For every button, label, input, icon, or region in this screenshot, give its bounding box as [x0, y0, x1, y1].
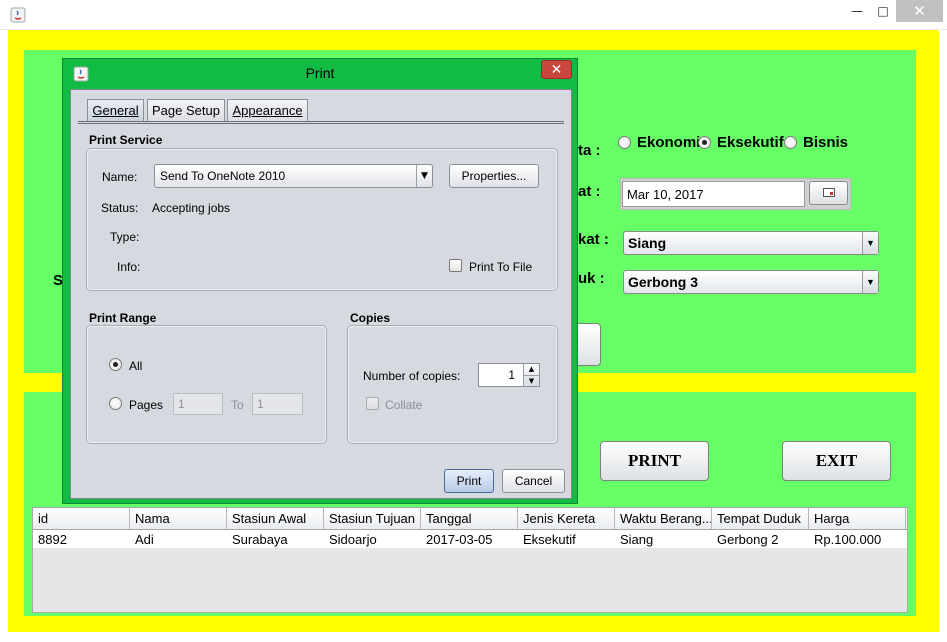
print-range-all-radio[interactable] [109, 358, 122, 371]
copies-spinner[interactable]: 1 ▲ ▼ [478, 363, 540, 387]
tab-page-setup-label: Page Setup [152, 103, 220, 118]
radio-eksekutif[interactable] [698, 136, 711, 149]
printer-name-label: Name: [102, 170, 138, 184]
radio-bisnis[interactable] [784, 136, 797, 149]
seat-select-value: Gerbong 3 [628, 274, 699, 290]
dialog-close-button[interactable]: ✕ [541, 60, 572, 79]
printer-select[interactable]: Send To OneNote 2010 ▼ [154, 164, 433, 188]
class-label: ta : [578, 142, 601, 159]
status-value: Accepting jobs [152, 201, 231, 215]
chevron-down-icon: ▼ [862, 232, 878, 254]
table-cell: Adi [135, 531, 154, 547]
table-cell: 8892 [38, 531, 67, 547]
date-label: at : [578, 183, 601, 200]
table-header-cell[interactable]: Nama [130, 508, 227, 529]
collate-label: Collate [385, 398, 423, 412]
table-cell: 2017-03-05 [426, 531, 493, 547]
time-select[interactable]: Siang ▼ [623, 231, 879, 255]
pages-to-label: To [231, 398, 244, 412]
tab-appearance[interactable]: Appearance [227, 99, 308, 121]
print-range-pages-radio[interactable] [109, 397, 122, 410]
pages-from-input[interactable]: 1 [173, 393, 223, 415]
properties-button[interactable]: Properties... [449, 164, 539, 188]
table-header-cell[interactable]: Tanggal [421, 508, 518, 529]
collate-checkbox[interactable] [366, 397, 379, 410]
calendar-button[interactable] [809, 181, 848, 205]
java-app-icon [10, 7, 26, 23]
table-cell: Siang [620, 531, 654, 547]
chevron-down-icon: ▼ [862, 271, 878, 293]
print-dialog-title-bar: Print ✕ [63, 59, 577, 89]
table-header-cell[interactable]: Tempat Duduk [712, 508, 809, 529]
time-select-value: Siang [628, 235, 667, 251]
time-label: kat : [578, 231, 609, 248]
minimize-button[interactable]: — [844, 0, 870, 22]
spinner-down-icon[interactable]: ▼ [524, 376, 539, 387]
pages-to-input[interactable]: 1 [252, 393, 303, 415]
table-header-cell[interactable]: Waktu Berang... [615, 508, 712, 529]
number-of-copies-label: Number of copies: [363, 369, 461, 383]
spinner-up-icon[interactable]: ▲ [524, 364, 539, 376]
print-service-title: Print Service [89, 133, 163, 147]
tab-appearance-label: Appearance [232, 103, 303, 118]
table-header-cell[interactable]: Stasiun Tujuan [324, 508, 421, 529]
bottom-strip [0, 632, 947, 642]
print-button[interactable]: PRINT [600, 441, 709, 481]
radio-ekonomi-label: Ekonomi [637, 134, 701, 151]
seat-select[interactable]: Gerbong 3 ▼ [623, 270, 879, 294]
tab-divider [78, 121, 564, 124]
chevron-down-icon: ▼ [416, 165, 432, 187]
tab-general[interactable]: General [87, 99, 144, 121]
date-input[interactable]: Mar 10, 2017 [622, 181, 805, 207]
type-label: Type: [110, 230, 140, 244]
printer-select-value: Send To OneNote 2010 [160, 169, 286, 183]
copies-title: Copies [350, 311, 391, 325]
print-to-file-checkbox[interactable] [449, 259, 462, 272]
booking-table: id Nama Stasiun Awal Stasiun Tujuan Tanggal J… [32, 507, 908, 613]
print-dialog-title: Print [305, 65, 335, 81]
tab-page-setup[interactable]: Page Setup [147, 99, 225, 121]
dialog-cancel-button[interactable]: Cancel [502, 469, 565, 493]
seat-label: uk : [578, 270, 605, 287]
tab-general-label: General [92, 103, 139, 118]
table-header-cell[interactable]: Harga [809, 508, 906, 529]
window-title-bar: — □ ✕ [0, 0, 947, 30]
table-header-cell[interactable]: Stasiun Awal [227, 508, 324, 529]
print-to-file-label: Print To File [469, 260, 533, 274]
calendar-icon [822, 186, 835, 200]
radio-eksekutif-label: Eksekutif [717, 134, 784, 151]
maximize-button[interactable]: □ [870, 0, 896, 22]
table-cell: Rp.100.000 [814, 531, 882, 547]
table-header-cell[interactable]: id [33, 508, 130, 529]
print-dialog-body: General Page Setup Appearance Print Serv… [70, 89, 572, 499]
table-row[interactable]: 8892 Adi Surabaya Sidoarjo 2017-03-05 Eksekut… [33, 530, 907, 548]
exit-button[interactable]: EXIT [782, 441, 891, 481]
print-range-pages-label: Pages [129, 398, 164, 412]
table-header: id Nama Stasiun Awal Stasiun Tujuan Tanggal J… [33, 508, 907, 530]
radio-ekonomi[interactable] [618, 136, 631, 149]
print-dialog: Print ✕ General Page Setup Appearance Pr… [62, 58, 578, 504]
dialog-print-button[interactable]: Print [444, 469, 494, 493]
table-cell: Sidoarjo [329, 531, 377, 547]
radio-bisnis-label: Bisnis [803, 134, 849, 151]
table-cell: Surabaya [232, 531, 288, 547]
info-label: Info: [117, 260, 141, 274]
print-range-all-label: All [129, 359, 143, 373]
copies-value: 1 [508, 368, 515, 382]
table-cell: Gerbong 2 [717, 531, 779, 547]
table-cell: Eksekutif [523, 531, 576, 547]
window-close-button[interactable]: ✕ [896, 0, 943, 22]
print-range-title: Print Range [89, 311, 157, 325]
status-label: Status: [101, 201, 139, 215]
print-range-panel [86, 325, 327, 444]
table-header-cell[interactable]: Jenis Kereta [518, 508, 615, 529]
